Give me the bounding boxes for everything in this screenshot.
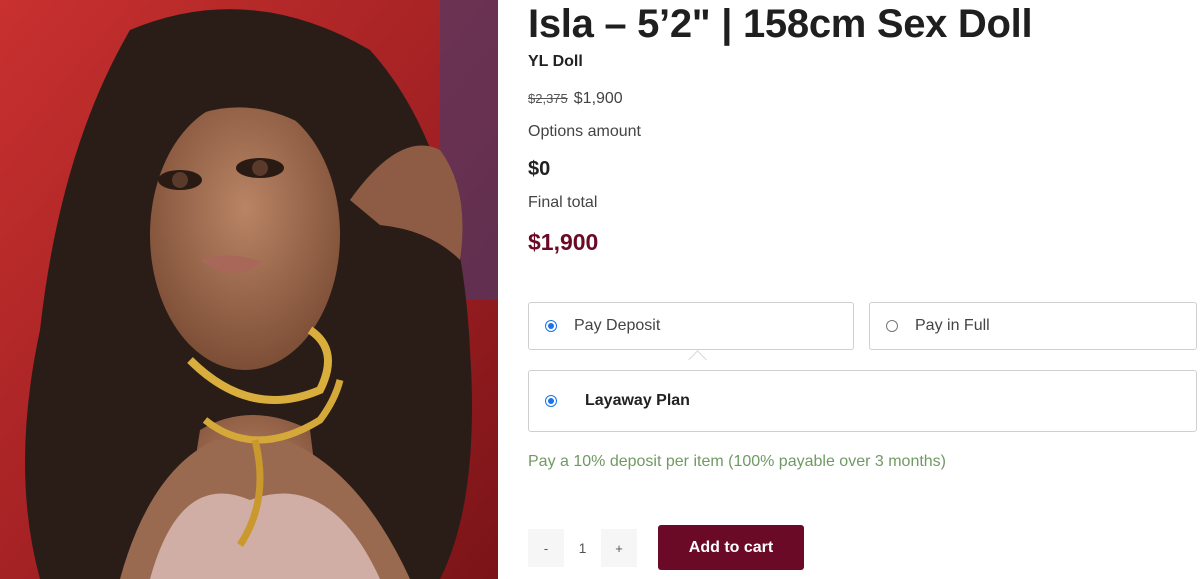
- pay-in-full-label: Pay in Full: [915, 317, 990, 334]
- pay-in-full-option[interactable]: Pay in Full: [869, 302, 1197, 350]
- product-photo: [0, 0, 498, 579]
- pointer-caret: [688, 350, 707, 369]
- options-amount-value: $0: [528, 158, 551, 180]
- quantity-stepper: - +: [528, 529, 637, 567]
- regular-price: $2,375: [528, 91, 568, 106]
- add-to-cart-button[interactable]: Add to cart: [658, 525, 804, 570]
- options-amount-label: Options amount: [528, 123, 641, 140]
- sale-price: $1,900: [573, 90, 623, 107]
- pay-in-full-radio[interactable]: [886, 320, 898, 332]
- quantity-input[interactable]: [564, 529, 601, 567]
- product-price: $2,375 $1,900: [528, 90, 623, 108]
- product-summary: Isla – 5’2" | 158cm Sex Doll YL Doll $2,…: [528, 0, 1200, 579]
- final-total-value: $1,900: [528, 229, 599, 255]
- pay-deposit-label: Pay Deposit: [574, 317, 661, 334]
- product-image[interactable]: [0, 0, 498, 579]
- layaway-plan-label: Layaway Plan: [585, 392, 690, 409]
- layaway-plan-option[interactable]: Layaway Plan: [528, 370, 1197, 432]
- final-total-label: Final total: [528, 194, 598, 211]
- plan-description: Pay a 10% deposit per item (100% payable…: [528, 453, 947, 470]
- quantity-plus-button[interactable]: +: [601, 529, 637, 567]
- quantity-minus-button[interactable]: -: [528, 529, 564, 567]
- product-brand: YL Doll: [528, 53, 583, 70]
- pay-deposit-radio[interactable]: [545, 320, 557, 332]
- product-title: Isla – 5’2" | 158cm Sex Doll: [528, 2, 1033, 46]
- layaway-plan-radio[interactable]: [545, 395, 557, 407]
- pay-deposit-option[interactable]: Pay Deposit: [528, 302, 854, 350]
